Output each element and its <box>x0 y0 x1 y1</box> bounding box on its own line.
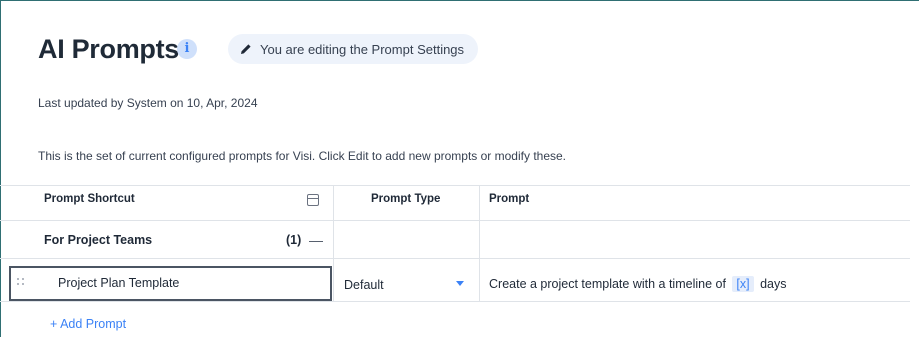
prompt-variable-chip[interactable]: [x] <box>732 276 754 292</box>
column-toggle-icon[interactable] <box>307 194 319 206</box>
group-label: For Project Teams <box>44 233 153 247</box>
column-divider <box>333 185 334 302</box>
prompt-text[interactable]: Create a project template with a timelin… <box>489 276 787 292</box>
data-row-border <box>0 301 910 302</box>
collapse-group-icon[interactable]: — <box>309 232 323 248</box>
pencil-icon <box>241 44 251 54</box>
table-top-border <box>0 185 910 186</box>
group-row-border <box>0 258 910 259</box>
group-count: (1) <box>286 233 302 247</box>
prompt-type-select[interactable]: Default <box>344 278 384 292</box>
description-text: This is the set of current configured pr… <box>38 149 567 163</box>
info-icon[interactable]: i <box>177 39 197 59</box>
prompt-text-after: days <box>760 277 787 291</box>
column-divider <box>479 185 480 302</box>
page-title: AI Prompts <box>38 34 180 64</box>
column-header-prompt-type[interactable]: Prompt Type <box>371 193 440 205</box>
editing-status-chip: You are editing the Prompt Settings <box>228 34 479 64</box>
column-header-prompt-shortcut[interactable]: Prompt Shortcut <box>44 193 135 205</box>
prompt-shortcut-value[interactable]: Project Plan Template <box>58 276 179 290</box>
prompt-text-before: Create a project template with a timelin… <box>489 277 726 291</box>
column-header-prompt[interactable]: Prompt <box>489 193 529 205</box>
dropdown-caret-icon[interactable] <box>456 281 464 286</box>
add-prompt-button[interactable]: + Add Prompt <box>50 317 126 331</box>
table-header-border <box>0 220 910 221</box>
last-updated-text: Last updated by System on 10, Apr, 2024 <box>38 96 258 110</box>
editing-status-label: You are editing the Prompt Settings <box>260 41 465 57</box>
drag-handle-icon[interactable] <box>17 277 27 287</box>
